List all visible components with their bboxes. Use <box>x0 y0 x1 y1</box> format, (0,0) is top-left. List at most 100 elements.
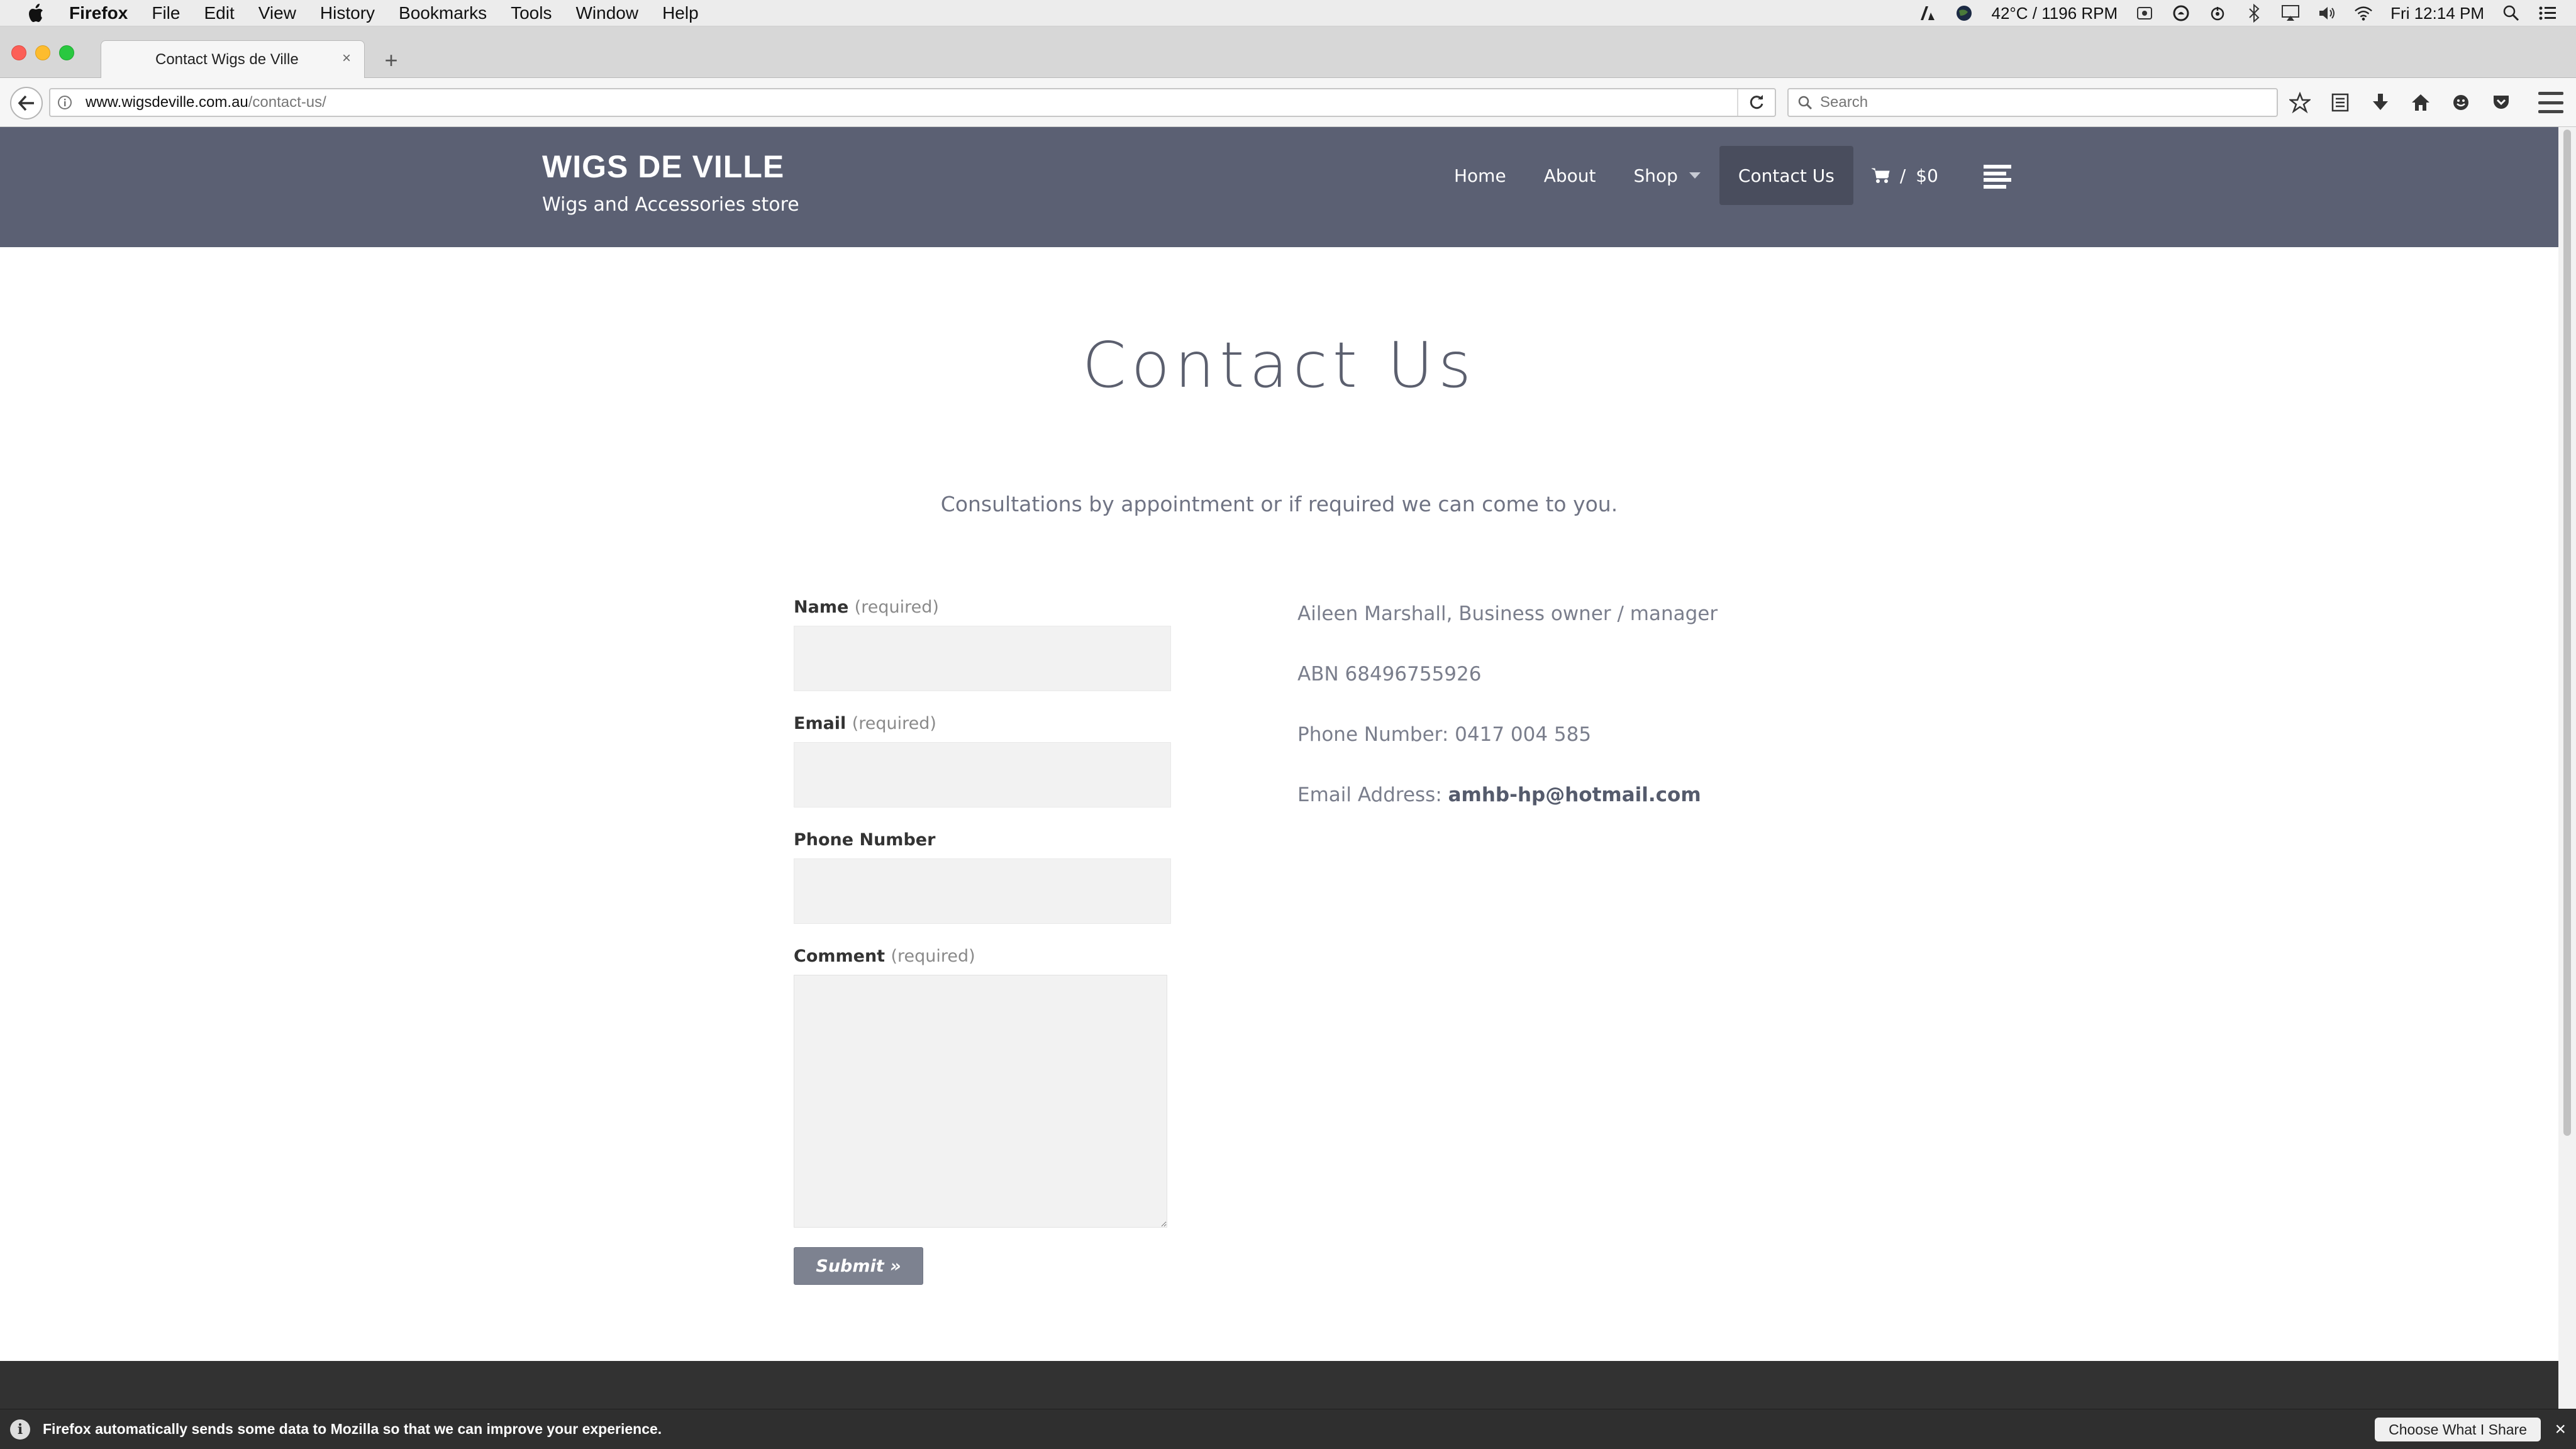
spotlight-icon[interactable] <box>2502 4 2521 23</box>
search-input[interactable] <box>1820 94 2260 111</box>
window-close-button[interactable] <box>11 45 26 60</box>
screen-capture-icon[interactable] <box>2135 4 2154 23</box>
scrollbar-thumb[interactable] <box>2563 130 2571 1136</box>
phone-line: Phone Number: 0417 004 585 <box>1297 723 1592 746</box>
wifi-icon[interactable] <box>2354 4 2373 23</box>
menu-help[interactable]: Help <box>662 3 699 23</box>
toolbar-icons <box>2288 88 2513 117</box>
pocket-icon[interactable] <box>2489 91 2513 114</box>
data-notification-bar: i Firefox automatically sends some data … <box>0 1409 2576 1449</box>
required-note: (required) <box>852 714 936 733</box>
email-link[interactable]: amhb-hp@hotmail.com <box>1448 784 1701 806</box>
tab-close-icon[interactable]: × <box>339 51 354 66</box>
new-tab-button[interactable]: + <box>380 49 402 72</box>
email-label: Email (required) <box>794 714 1184 733</box>
nav-contact-us[interactable]: Contact Us <box>1719 146 1853 205</box>
window-minimize-button[interactable] <box>35 45 50 60</box>
sidebar-menu-icon[interactable] <box>1984 165 2011 189</box>
site-tagline: Wigs and Accessories store <box>542 194 799 216</box>
cart-link[interactable]: / $0 <box>1871 165 1938 186</box>
adobe-icon[interactable] <box>1918 4 1937 23</box>
comment-field[interactable] <box>794 975 1167 1228</box>
email-field[interactable] <box>794 742 1171 808</box>
sync-icon[interactable] <box>2208 4 2227 23</box>
download-icon[interactable] <box>2368 91 2392 114</box>
notification-message: Firefox automatically sends some data to… <box>43 1421 662 1437</box>
phone-label: Phone Number <box>794 830 1184 850</box>
name-field[interactable] <box>794 626 1171 691</box>
temperature-fan-readout[interactable]: 42°C / 1196 RPM <box>1991 4 2118 23</box>
contact-details: Aileen Marshall, Business owner / manage… <box>1297 602 1718 844</box>
navigation-toolbar: www.wigsdeville.com.au/contact-us/ <box>0 78 2576 127</box>
globe-icon[interactable] <box>1955 4 1974 23</box>
chevron-down-icon <box>1689 172 1701 179</box>
menu-window[interactable]: Window <box>575 3 638 23</box>
site-info-icon[interactable] <box>50 89 79 116</box>
url-path: /contact-us/ <box>248 94 326 111</box>
close-icon[interactable]: × <box>2555 1418 2566 1441</box>
name-label-text: Name <box>794 597 849 617</box>
volume-icon[interactable] <box>2318 4 2336 23</box>
page-title: Contact Us <box>1082 328 1477 402</box>
url-text[interactable]: www.wigsdeville.com.au/contact-us/ <box>86 94 326 111</box>
email-label-text: Email <box>794 714 847 733</box>
mac-menubar: Firefox File Edit View History Bookmarks… <box>0 0 2576 26</box>
email-line: Email Address: amhb-hp@hotmail.com <box>1297 784 1718 844</box>
cart-separator: / <box>1899 165 1906 186</box>
menu-history[interactable]: History <box>320 3 375 23</box>
window-controls <box>11 45 74 60</box>
shopping-cart-icon <box>1871 168 1890 183</box>
open-menu-icon[interactable] <box>2538 92 2563 113</box>
intro-text: Consultations by appointment or if requi… <box>940 492 1618 516</box>
site-title[interactable]: WIGS DE VILLE <box>542 148 784 185</box>
back-button[interactable] <box>10 87 43 119</box>
name-label: Name (required) <box>794 597 1184 617</box>
comment-label-text: Comment <box>794 947 886 966</box>
notification-center-icon[interactable] <box>2538 4 2557 23</box>
comment-label: Comment (required) <box>794 947 1184 966</box>
bookmark-star-icon[interactable] <box>2288 91 2312 114</box>
nav-about[interactable]: About <box>1525 146 1615 205</box>
tab-strip: Contact Wigs de Ville × + <box>0 26 2576 78</box>
reload-icon[interactable] <box>1737 89 1775 116</box>
email-prefix: Email Address: <box>1297 784 1448 806</box>
site-navigation: Home About Shop Contact Us / $0 <box>1435 146 1938 205</box>
menu-file[interactable]: File <box>152 3 180 23</box>
contact-form: Name (required) Email (required) Phone N… <box>794 597 1184 1285</box>
menu-edit[interactable]: Edit <box>204 3 234 23</box>
time-machine-icon[interactable] <box>2172 4 2190 23</box>
home-icon[interactable] <box>2409 91 2433 114</box>
abn-line: ABN 68496755926 <box>1297 663 1482 686</box>
nav-home[interactable]: Home <box>1435 146 1525 205</box>
apple-icon[interactable] <box>25 3 47 24</box>
web-page: WIGS DE VILLE Wigs and Accessories store… <box>0 127 2558 1435</box>
clock[interactable]: Fri 12:14 PM <box>2390 4 2484 23</box>
submit-button[interactable]: Submit » <box>794 1247 923 1285</box>
search-bar[interactable] <box>1787 88 2278 117</box>
menu-bookmarks[interactable]: Bookmarks <box>399 3 487 23</box>
site-header: WIGS DE VILLE Wigs and Accessories store… <box>0 127 2558 247</box>
phone-field[interactable] <box>794 858 1171 924</box>
url-bar[interactable]: www.wigsdeville.com.au/contact-us/ <box>49 88 1776 117</box>
bookmarks-list-icon[interactable] <box>2328 91 2352 114</box>
menu-view[interactable]: View <box>258 3 296 23</box>
phone-label-text: Phone Number <box>794 830 936 850</box>
hello-chat-icon[interactable] <box>2449 91 2473 114</box>
nav-shop[interactable]: Shop <box>1614 146 1719 205</box>
url-host: www.wigsdeville.com.au <box>86 94 248 111</box>
menu-app-firefox[interactable]: Firefox <box>69 3 128 23</box>
back-arrow-icon <box>18 95 34 111</box>
choose-what-i-share-button[interactable]: Choose What I Share <box>2375 1418 2541 1441</box>
menu-tools[interactable]: Tools <box>511 3 552 23</box>
search-icon <box>1798 96 1813 110</box>
tab-contact-wigs-de-ville[interactable]: Contact Wigs de Ville × <box>101 40 365 78</box>
window-maximize-button[interactable] <box>59 45 74 60</box>
nav-shop-label: Shop <box>1633 165 1678 186</box>
bluetooth-icon[interactable] <box>2245 4 2263 23</box>
airplay-icon[interactable] <box>2281 4 2300 23</box>
required-note: (required) <box>891 947 975 966</box>
info-icon: i <box>10 1419 30 1440</box>
cart-total: $0 <box>1916 165 1938 186</box>
page-scrollbar[interactable] <box>2558 127 2576 1425</box>
owner-line: Aileen Marshall, Business owner / manage… <box>1297 602 1718 625</box>
